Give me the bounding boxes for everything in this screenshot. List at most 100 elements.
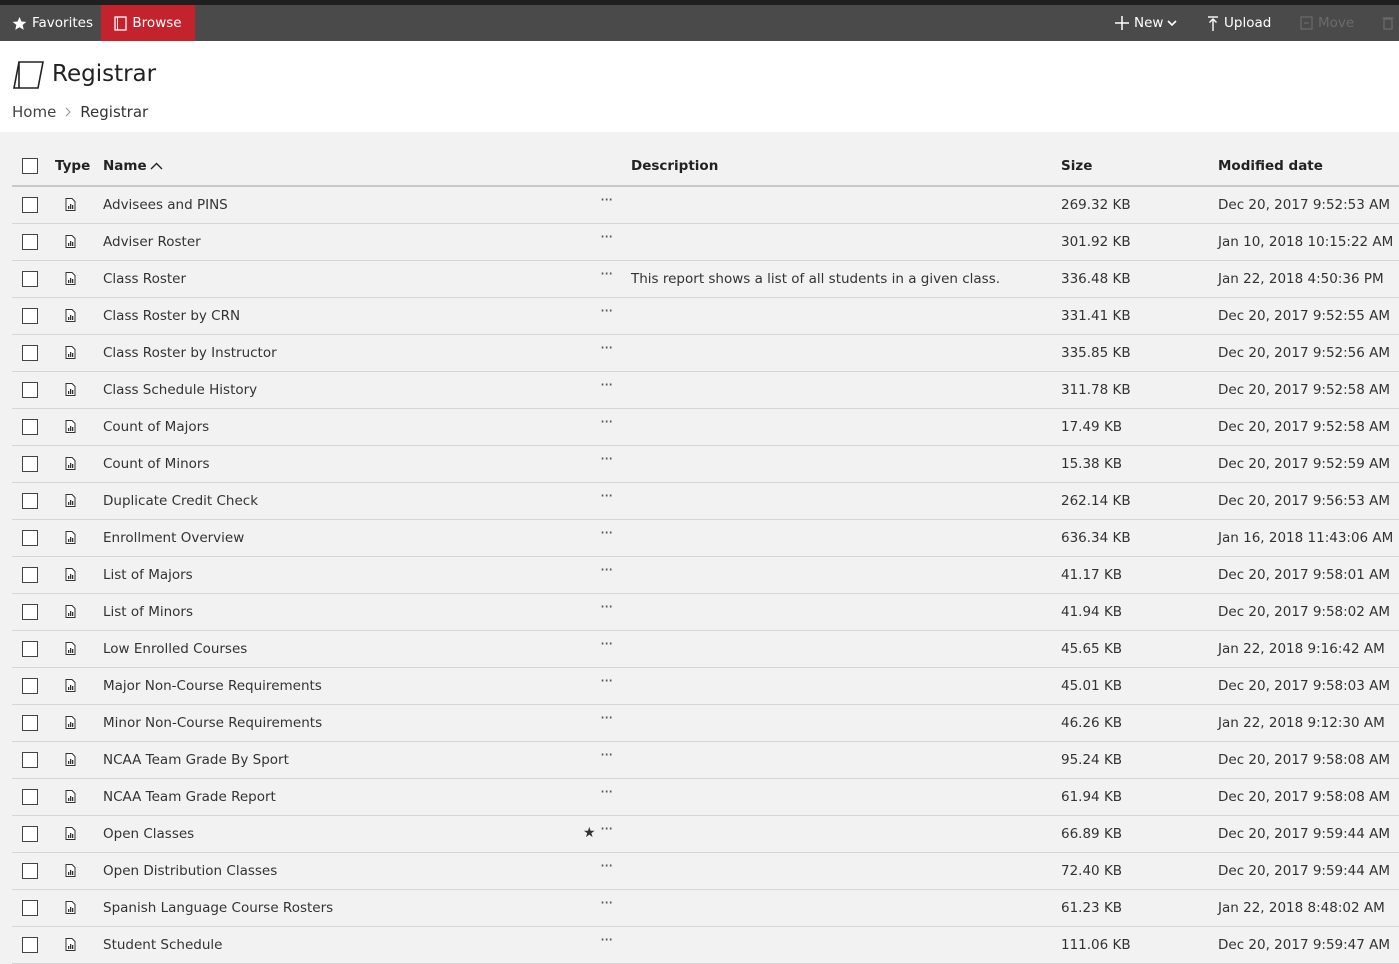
row-checkbox[interactable]: [22, 456, 38, 472]
column-header-modified[interactable]: Modified date: [1218, 158, 1323, 174]
row-checkbox[interactable]: [22, 493, 38, 509]
report-name-link[interactable]: List of Minors: [103, 604, 193, 620]
more-options-icon[interactable]: ···: [600, 671, 613, 690]
table-row[interactable]: Count of Minors ··· 15.38 KB Dec 20, 2017 9…: [12, 446, 1399, 483]
sort-ascending-icon: [150, 162, 163, 170]
report-name-link[interactable]: Adviser Roster: [103, 234, 201, 250]
more-options-icon[interactable]: ···: [600, 190, 613, 209]
more-options-icon[interactable]: ···: [600, 745, 613, 764]
column-header-size[interactable]: Size: [1061, 158, 1092, 174]
table-row[interactable]: Class Roster by CRN ··· 331.41 KB Dec 20, 2…: [12, 298, 1399, 335]
more-options-icon[interactable]: ···: [600, 301, 613, 320]
column-header-type[interactable]: Type: [55, 158, 90, 174]
report-name-link[interactable]: NCAA Team Grade By Sport: [103, 752, 289, 768]
more-options-icon[interactable]: ···: [600, 449, 613, 468]
row-checkbox[interactable]: [22, 271, 38, 287]
new-menu-button[interactable]: New: [1115, 5, 1178, 41]
report-name-link[interactable]: Count of Minors: [103, 456, 209, 472]
table-row[interactable]: Student Schedule ··· 111.06 KB Dec 20, 2017…: [12, 927, 1399, 964]
more-options-icon[interactable]: ···: [600, 819, 613, 838]
report-name-link[interactable]: Low Enrolled Courses: [103, 641, 247, 657]
table-row[interactable]: Major Non-Course Requirements ··· 45.01 KB…: [12, 668, 1399, 705]
row-checkbox[interactable]: [22, 678, 38, 694]
report-name-link[interactable]: Minor Non-Course Requirements: [103, 715, 322, 731]
row-checkbox[interactable]: [22, 197, 38, 213]
table-row[interactable]: Low Enrolled Courses ··· 45.65 KB Jan 22, 2…: [12, 631, 1399, 668]
more-options-icon[interactable]: ···: [600, 634, 613, 653]
report-name-link[interactable]: NCAA Team Grade Report: [103, 789, 276, 805]
row-checkbox[interactable]: [22, 530, 38, 546]
row-checkbox[interactable]: [22, 308, 38, 324]
row-checkbox[interactable]: [22, 345, 38, 361]
report-name-link[interactable]: List of Majors: [103, 567, 193, 583]
more-options-icon[interactable]: ···: [600, 930, 613, 949]
row-checkbox[interactable]: [22, 419, 38, 435]
more-options-icon[interactable]: ···: [600, 708, 613, 727]
delete-button[interactable]: [1382, 5, 1394, 41]
table-row[interactable]: Class Roster ··· This report shows a list …: [12, 261, 1399, 298]
row-checkbox[interactable]: [22, 863, 38, 879]
breadcrumb-home-link[interactable]: Home: [12, 103, 56, 121]
report-name-link[interactable]: Advisees and PINS: [103, 197, 228, 213]
row-checkbox[interactable]: [22, 567, 38, 583]
table-row[interactable]: Spanish Language Course Rosters ··· 61.23 …: [12, 890, 1399, 927]
row-checkbox[interactable]: [22, 900, 38, 916]
table-row[interactable]: Advisees and PINS ··· 269.32 KB Dec 20, 201…: [12, 187, 1399, 224]
row-checkbox[interactable]: [22, 382, 38, 398]
more-options-icon[interactable]: ···: [600, 782, 613, 801]
more-options-icon[interactable]: ···: [600, 375, 613, 394]
more-options-icon[interactable]: ···: [600, 560, 613, 579]
more-options-icon[interactable]: ···: [600, 893, 613, 912]
report-size: 311.78 KB: [1061, 382, 1131, 398]
row-checkbox[interactable]: [22, 604, 38, 620]
row-checkbox[interactable]: [22, 789, 38, 805]
row-checkbox[interactable]: [22, 641, 38, 657]
report-name-link[interactable]: Count of Majors: [103, 419, 209, 435]
table-row[interactable]: NCAA Team Grade By Sport ··· 95.24 KB Dec 2…: [12, 742, 1399, 779]
report-name-link[interactable]: Major Non-Course Requirements: [103, 678, 322, 694]
browse-button[interactable]: Browse: [101, 5, 195, 41]
report-name-link[interactable]: Open Classes: [103, 826, 194, 842]
more-options-icon[interactable]: ···: [600, 338, 613, 357]
table-row[interactable]: NCAA Team Grade Report ··· 61.94 KB Dec 20,…: [12, 779, 1399, 816]
more-options-icon[interactable]: ···: [600, 523, 613, 542]
table-row[interactable]: Enrollment Overview ··· 636.34 KB Jan 16, 2…: [12, 520, 1399, 557]
report-name-link[interactable]: Spanish Language Course Rosters: [103, 900, 333, 916]
table-row[interactable]: List of Minors ··· 41.94 KB Dec 20, 2017 9:…: [12, 594, 1399, 631]
more-options-icon[interactable]: ···: [600, 412, 613, 431]
table-row[interactable]: Minor Non-Course Requirements ··· 46.26 KB…: [12, 705, 1399, 742]
table-row[interactable]: Count of Majors ··· 17.49 KB Dec 20, 2017 9…: [12, 409, 1399, 446]
table-row[interactable]: Class Roster by Instructor ··· 335.85 KB De…: [12, 335, 1399, 372]
row-checkbox[interactable]: [22, 234, 38, 250]
favorite-star-icon[interactable]: ★: [583, 825, 596, 841]
more-options-icon[interactable]: ···: [600, 486, 613, 505]
report-name-link[interactable]: Class Roster by CRN: [103, 308, 240, 324]
row-checkbox[interactable]: [22, 715, 38, 731]
row-checkbox[interactable]: [22, 752, 38, 768]
column-header-description[interactable]: Description: [631, 158, 718, 174]
row-checkbox[interactable]: [22, 826, 38, 842]
move-button[interactable]: Move: [1300, 5, 1354, 41]
select-all-checkbox[interactable]: [22, 158, 38, 174]
report-name-link[interactable]: Duplicate Credit Check: [103, 493, 258, 509]
column-header-name[interactable]: Name: [103, 158, 163, 174]
more-options-icon[interactable]: ···: [600, 597, 613, 616]
row-checkbox[interactable]: [22, 937, 38, 953]
table-row[interactable]: Class Schedule History ··· 311.78 KB Dec 20…: [12, 372, 1399, 409]
more-options-icon[interactable]: ···: [600, 856, 613, 875]
upload-button[interactable]: Upload: [1207, 5, 1271, 41]
report-name-link[interactable]: Class Schedule History: [103, 382, 257, 398]
report-name-link[interactable]: Enrollment Overview: [103, 530, 244, 546]
table-row[interactable]: Open Distribution Classes ··· 72.40 KB Dec …: [12, 853, 1399, 890]
report-name-link[interactable]: Student Schedule: [103, 937, 222, 953]
more-options-icon[interactable]: ···: [600, 264, 613, 283]
table-row[interactable]: Open Classes ★ ··· 66.89 KB Dec 20, 2017 9:5…: [12, 816, 1399, 853]
favorites-button[interactable]: Favorites: [12, 5, 93, 41]
report-name-link[interactable]: Class Roster by Instructor: [103, 345, 277, 361]
table-row[interactable]: Duplicate Credit Check ··· 262.14 KB Dec 20…: [12, 483, 1399, 520]
more-options-icon[interactable]: ···: [600, 227, 613, 246]
report-name-link[interactable]: Class Roster: [103, 271, 186, 287]
table-row[interactable]: Adviser Roster ··· 301.92 KB Jan 10, 2018 1…: [12, 224, 1399, 261]
table-row[interactable]: List of Majors ··· 41.17 KB Dec 20, 2017 9:…: [12, 557, 1399, 594]
report-name-link[interactable]: Open Distribution Classes: [103, 863, 277, 879]
